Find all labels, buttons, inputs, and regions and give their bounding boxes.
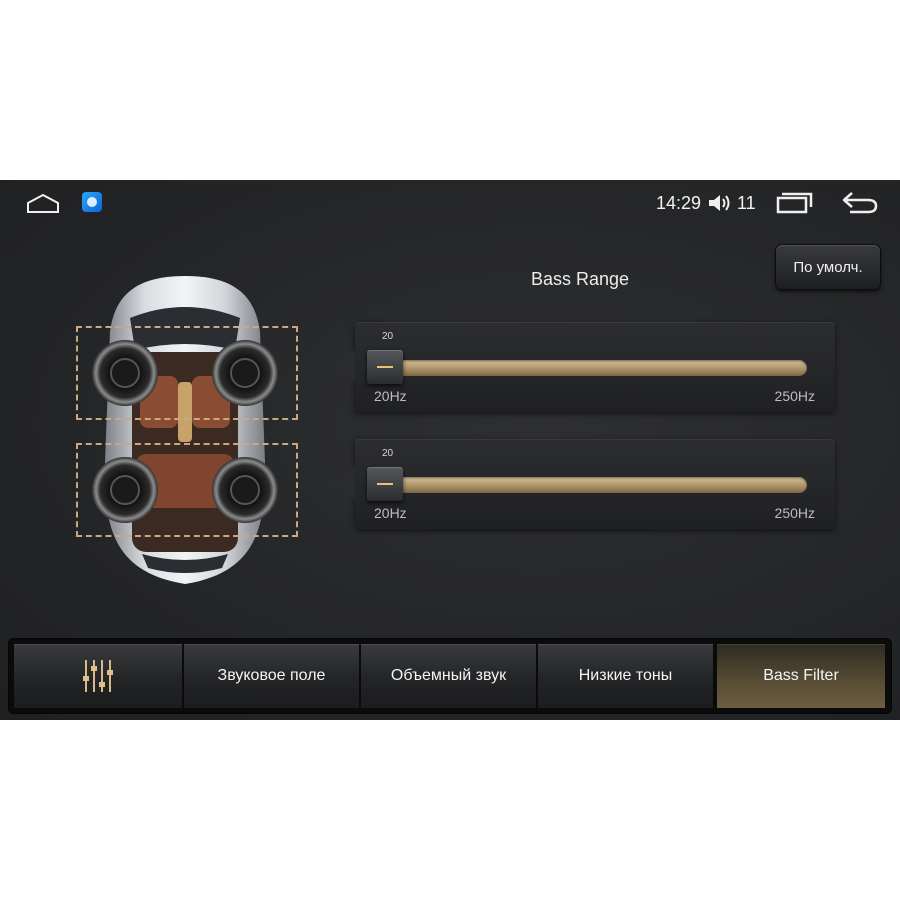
back-icon[interactable] [840, 190, 880, 216]
equalizer-icon [83, 660, 113, 692]
head-unit-screen: 14:29 11 По умолч. Bass Range 20 20Hz 25… [0, 180, 900, 720]
slider-min-label: 20Hz [374, 388, 407, 404]
front-bass-slider-track[interactable] [377, 360, 807, 376]
tab-equalizer[interactable] [14, 644, 182, 708]
slider-value: 20 [382, 331, 394, 342]
home-icon[interactable] [26, 192, 60, 214]
panel-pointer [325, 467, 355, 499]
tab-sound-field[interactable]: Звуковое поле [184, 644, 359, 708]
rear-bass-slider-thumb[interactable] [367, 467, 403, 501]
tab-low-tones[interactable]: Низкие тоны [538, 644, 713, 708]
status-bar: 14:29 11 [0, 180, 900, 226]
slider-max-label: 250Hz [774, 505, 815, 521]
car-illustration [92, 276, 278, 584]
rear-speakers-zone[interactable] [76, 443, 298, 537]
front-bass-slider-thumb[interactable] [367, 350, 403, 384]
slider-min-label: 20Hz [374, 505, 407, 521]
tab-divider [713, 644, 715, 708]
bottom-tab-bar: Звуковое поле Объемный звук Низкие тоны … [8, 638, 892, 714]
app-icon[interactable] [82, 192, 102, 212]
volume-icon[interactable] [707, 193, 731, 213]
bass-range-title: Bass Range [530, 269, 630, 289]
tab-surround-sound[interactable]: Объемный звук [361, 644, 536, 708]
volume-level: 11 [737, 193, 756, 213]
rear-bass-slider-track[interactable] [377, 477, 807, 493]
slider-value: 20 [382, 448, 394, 459]
front-bass-slider-panel: 20 20Hz 250Hz [325, 322, 835, 412]
front-speakers-zone[interactable] [76, 326, 298, 420]
default-button[interactable]: По умолч. [775, 244, 881, 290]
recents-icon[interactable] [775, 192, 813, 214]
slider-max-label: 250Hz [774, 388, 815, 404]
tab-bass-filter[interactable]: Bass Filter [717, 644, 885, 708]
rear-bass-slider-panel: 20 20Hz 250Hz [325, 439, 835, 529]
clock: 14:29 [656, 193, 702, 213]
panel-pointer [325, 350, 355, 382]
